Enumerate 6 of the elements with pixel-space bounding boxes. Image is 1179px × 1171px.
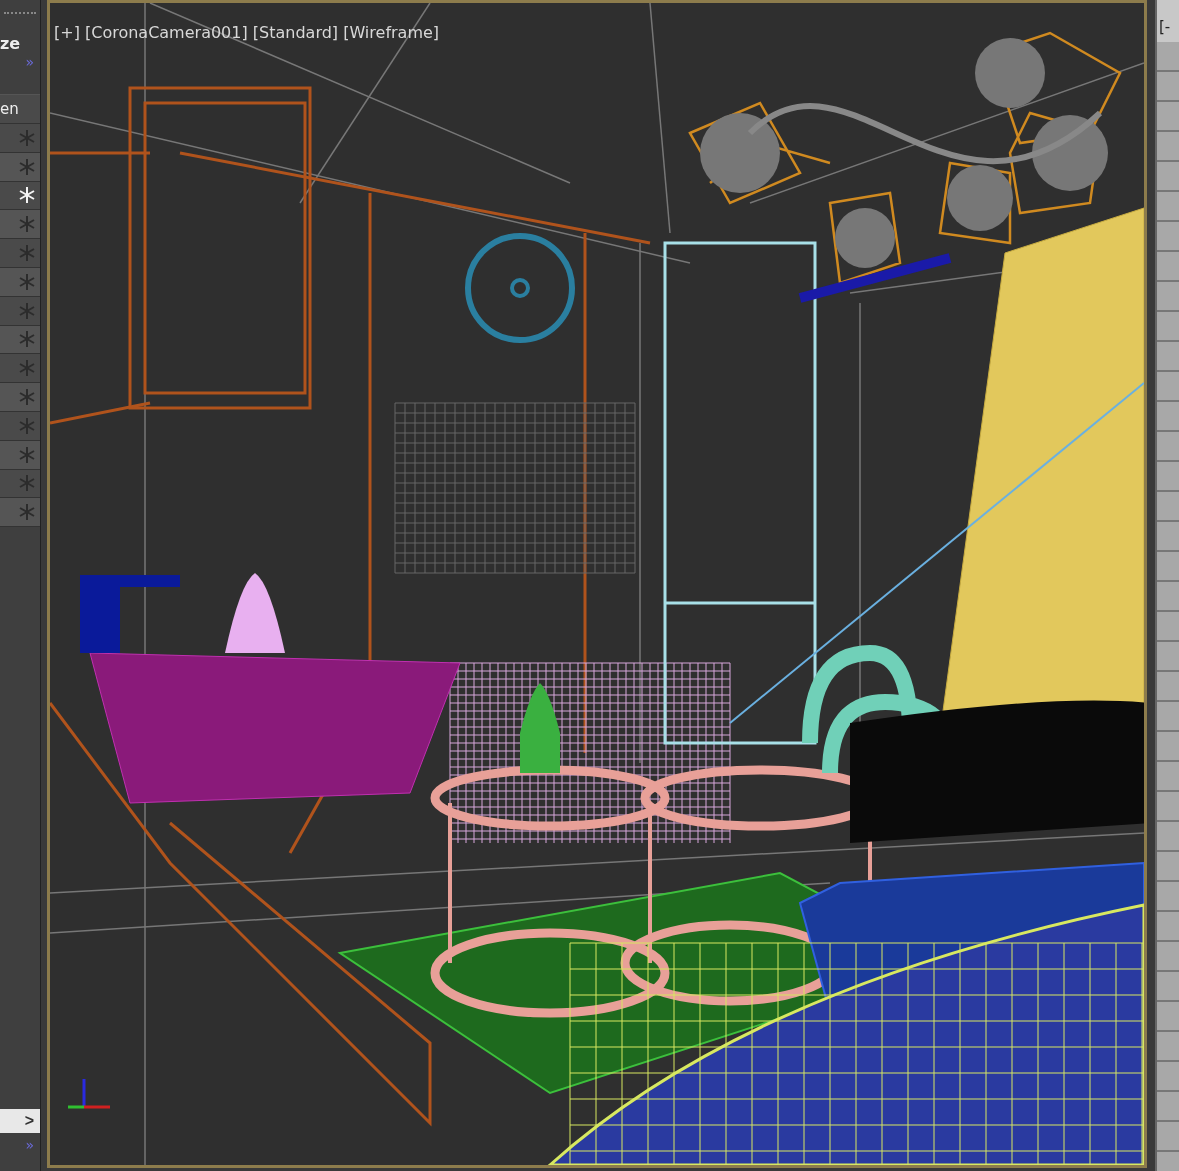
next-button[interactable]: > [0, 1109, 40, 1133]
viewport-label[interactable]: [+] [CoronaCamera001] [Standard] [Wireframe] [54, 23, 440, 42]
snowflake-icon[interactable] [18, 186, 36, 205]
viewport-label[interactable]: [- [1157, 0, 1179, 42]
column-header: en [0, 94, 40, 124]
panel-title-text: ze [0, 33, 22, 54]
